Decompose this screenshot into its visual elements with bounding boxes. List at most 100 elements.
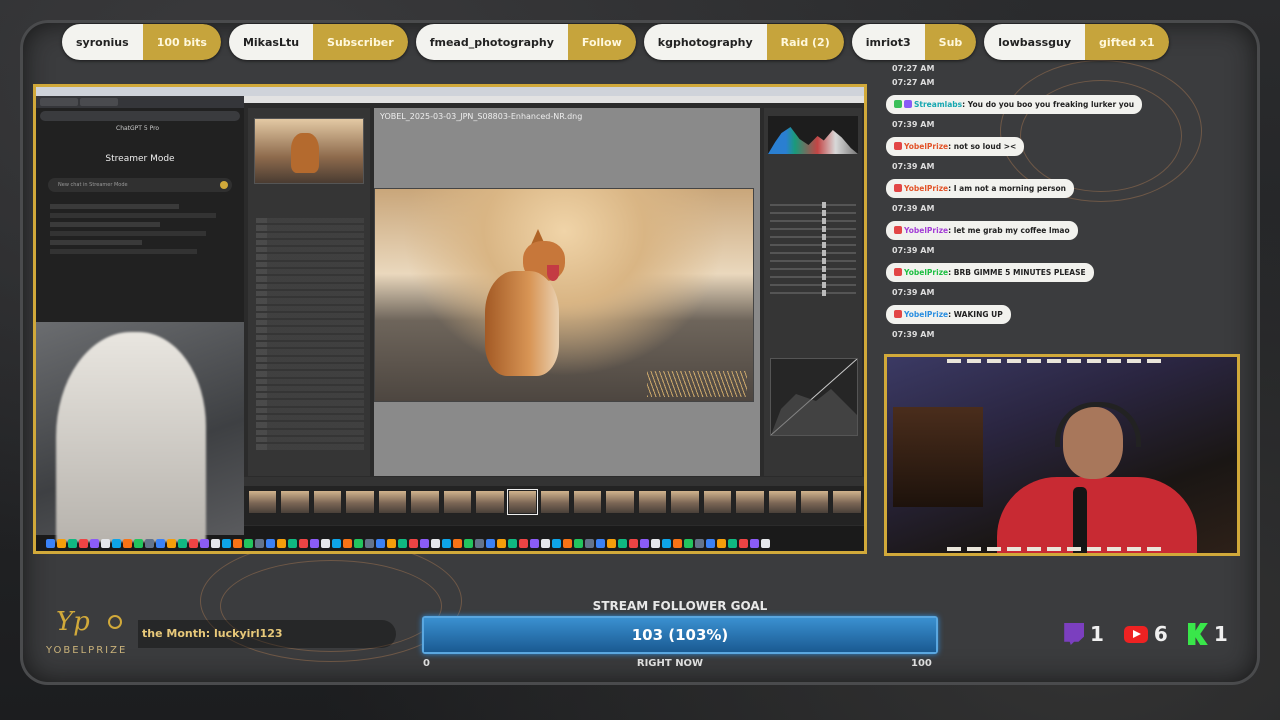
event-pill: kgphotography Raid (2) <box>643 24 844 60</box>
dock-app-icon[interactable] <box>563 538 572 548</box>
dock-app-icon[interactable] <box>343 538 352 548</box>
message-timestamp: 07:39 AM <box>892 288 935 297</box>
browser-tab[interactable] <box>40 98 78 106</box>
dock-app-icon[interactable] <box>508 538 517 548</box>
dock-app-icon[interactable] <box>134 538 143 548</box>
dock-app-icon[interactable] <box>189 538 198 548</box>
mac-dock[interactable] <box>46 535 856 551</box>
dock-app-icon[interactable] <box>695 538 704 548</box>
dock-app-icon[interactable] <box>409 538 418 548</box>
dock-app-icon[interactable] <box>57 538 66 548</box>
dock-app-icon[interactable] <box>167 538 176 548</box>
chat-username: YobelPrize <box>904 268 949 277</box>
dock-app-icon[interactable] <box>299 538 308 548</box>
dock-app-icon[interactable] <box>618 538 627 548</box>
dock-app-icon[interactable] <box>398 538 407 548</box>
navigator-preview[interactable] <box>254 118 364 184</box>
lightroom-titlebar <box>244 96 864 103</box>
dock-app-icon[interactable] <box>310 538 319 548</box>
dock-app-icon[interactable] <box>365 538 374 548</box>
dock-app-icon[interactable] <box>244 538 253 548</box>
fox-photo[interactable] <box>374 188 754 402</box>
dock-app-icon[interactable] <box>750 538 759 548</box>
youtube-icon <box>1123 625 1148 643</box>
chat-text: : let me grab my coffee lmao <box>948 226 1070 235</box>
dock-app-icon[interactable] <box>156 538 165 548</box>
dock-app-icon[interactable] <box>233 538 242 548</box>
dock-app-icon[interactable] <box>200 538 209 548</box>
dock-app-icon[interactable] <box>431 538 440 548</box>
dock-app-icon[interactable] <box>486 538 495 548</box>
dock-app-icon[interactable] <box>673 538 682 548</box>
dock-app-icon[interactable] <box>530 538 539 548</box>
event-user: kgphotography <box>643 24 767 60</box>
dock-app-icon[interactable] <box>585 538 594 548</box>
dock-app-icon[interactable] <box>607 538 616 548</box>
mod-badge-icon <box>894 100 902 108</box>
dock-app-icon[interactable] <box>145 538 154 548</box>
dock-app-icon[interactable] <box>662 538 671 548</box>
dock-app-icon[interactable] <box>629 538 638 548</box>
dock-app-icon[interactable] <box>222 538 231 548</box>
dock-app-icon[interactable] <box>475 538 484 548</box>
dock-app-icon[interactable] <box>552 538 561 548</box>
dock-app-icon[interactable] <box>420 538 429 548</box>
dock-app-icon[interactable] <box>178 538 187 548</box>
stream-chat: 07:27 AM 07:27 AM Streamlabs: You do you… <box>886 64 1146 344</box>
dock-app-icon[interactable] <box>101 538 110 548</box>
cat-camera-feed <box>36 322 244 542</box>
dock-app-icon[interactable] <box>376 538 385 548</box>
dock-app-icon[interactable] <box>354 538 363 548</box>
dock-app-icon[interactable] <box>728 538 737 548</box>
chat-username: Streamlabs <box>914 100 963 109</box>
tone-curve[interactable] <box>770 358 858 436</box>
dock-app-icon[interactable] <box>321 538 330 548</box>
dock-app-icon[interactable] <box>596 538 605 548</box>
send-icon[interactable] <box>220 181 228 189</box>
chat-input[interactable]: New chat in Streamer Mode <box>48 178 232 192</box>
broadcaster-badge-icon <box>894 310 902 318</box>
dock-app-icon[interactable] <box>288 538 297 548</box>
dock-app-icon[interactable] <box>387 538 396 548</box>
dock-app-icon[interactable] <box>541 538 550 548</box>
dock-app-icon[interactable] <box>453 538 462 548</box>
dock-app-icon[interactable] <box>706 538 715 548</box>
dock-app-icon[interactable] <box>68 538 77 548</box>
dock-app-icon[interactable] <box>464 538 473 548</box>
lightroom-develop-view[interactable]: YOBEL_2025-03-03_JPN_S08803-Enhanced-NR.… <box>374 108 760 476</box>
filmstrip-thumbnails[interactable] <box>244 486 864 518</box>
dock-app-icon[interactable] <box>442 538 451 548</box>
chat-text: : You do you boo you freaking lurker you <box>962 100 1135 109</box>
filmstrip-toolbar <box>244 477 864 486</box>
dock-app-icon[interactable] <box>277 538 286 548</box>
conversation-list[interactable] <box>50 204 234 254</box>
filmstrip[interactable] <box>244 477 864 525</box>
dock-app-icon[interactable] <box>255 538 264 548</box>
dock-app-icon[interactable] <box>332 538 341 548</box>
dock-app-icon[interactable] <box>519 538 528 548</box>
address-bar[interactable] <box>40 111 240 121</box>
dock-app-icon[interactable] <box>79 538 88 548</box>
model-selector[interactable]: ChatGPT 5 Pro <box>116 125 244 132</box>
dock-app-icon[interactable] <box>211 538 220 548</box>
dock-app-icon[interactable] <box>266 538 275 548</box>
dock-app-icon[interactable] <box>739 538 748 548</box>
event-user: MikasLtu <box>228 24 314 60</box>
dock-app-icon[interactable] <box>46 538 55 548</box>
dock-app-icon[interactable] <box>574 538 583 548</box>
dock-app-icon[interactable] <box>90 538 99 548</box>
collections-list[interactable] <box>256 218 364 452</box>
dock-app-icon[interactable] <box>497 538 506 548</box>
dock-app-icon[interactable] <box>651 538 660 548</box>
event-user: imriot3 <box>851 24 925 60</box>
dock-app-icon[interactable] <box>112 538 121 548</box>
basic-adjustment-sliders[interactable] <box>770 198 856 300</box>
dock-app-icon[interactable] <box>123 538 132 548</box>
goal-min: 0 <box>423 658 430 669</box>
dock-app-icon[interactable] <box>717 538 726 548</box>
dock-app-icon[interactable] <box>761 538 770 548</box>
dock-app-icon[interactable] <box>640 538 649 548</box>
dock-app-icon[interactable] <box>684 538 693 548</box>
chat-message: YobelPrize: I am not a morning person <box>886 179 1075 198</box>
browser-tab[interactable] <box>80 98 118 106</box>
